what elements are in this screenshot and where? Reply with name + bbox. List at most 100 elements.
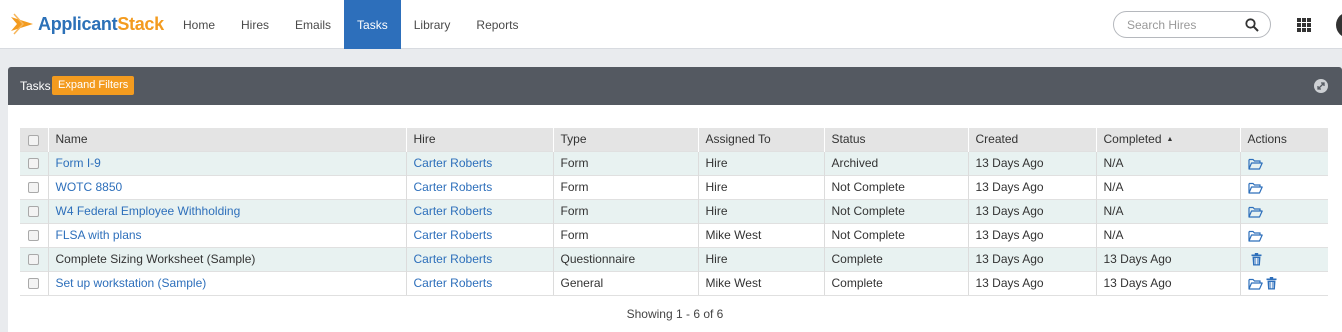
actions-cell (1239, 222, 1328, 247)
completed-cell: 13 Days Ago (1095, 270, 1240, 296)
trash-icon[interactable] (1251, 253, 1262, 266)
hire-cell[interactable]: Carter Roberts (405, 222, 553, 247)
hire-cell[interactable]: Carter Roberts (405, 174, 553, 199)
type-cell: Form (552, 198, 698, 223)
created-cell: 13 Days Ago (967, 246, 1096, 271)
created-cell: 13 Days Ago (967, 150, 1096, 175)
actions-cell (1239, 174, 1328, 199)
task-name-cell[interactable]: FLSA with plans (47, 222, 406, 247)
sort-ascending-icon: ▲ (1166, 136, 1174, 144)
table-row[interactable]: WOTC 8850 Carter Roberts Form Hire Not Compl… (20, 174, 1328, 199)
task-name-cell[interactable]: W4 Federal Employee Withholding (47, 198, 406, 223)
assigned-to-cell: Hire (697, 198, 824, 223)
task-name-cell: Complete Sizing Worksheet (Sample) (47, 246, 406, 271)
search-icon[interactable] (1245, 18, 1259, 32)
hire-link[interactable]: Carter Roberts (414, 228, 493, 242)
assigned-to-cell: Hire (697, 246, 824, 271)
folder-open-icon[interactable] (1247, 230, 1263, 242)
status-cell: Not Complete (823, 222, 968, 247)
hire-link[interactable]: Carter Roberts (414, 204, 493, 218)
task-name-cell[interactable]: WOTC 8850 (47, 174, 406, 199)
created-cell: 13 Days Ago (967, 222, 1096, 247)
row-checkbox[interactable] (28, 230, 39, 242)
completed-cell: N/A (1095, 198, 1240, 223)
actions-cell (1239, 150, 1328, 175)
created-cell: 13 Days Ago (967, 270, 1096, 296)
table-row[interactable]: FLSA with plans Carter Roberts Form Mike We… (20, 222, 1328, 247)
column-header-created[interactable]: Created (967, 128, 1096, 151)
table-row[interactable]: Set up workstation (Sample) Carter Robert… (20, 270, 1328, 296)
row-select-cell (20, 198, 48, 223)
applicantstack-logo[interactable]: ApplicantStack (9, 11, 164, 37)
hire-cell[interactable]: Carter Roberts (405, 150, 553, 175)
type-cell: Questionnaire (552, 246, 698, 271)
row-checkbox[interactable] (28, 158, 39, 170)
task-name-cell[interactable]: Form I-9 (47, 150, 406, 175)
row-checkbox[interactable] (28, 254, 39, 266)
hire-link[interactable]: Carter Roberts (414, 252, 493, 266)
task-name[interactable]: Form I-9 (56, 156, 101, 170)
hire-cell[interactable]: Carter Roberts (405, 198, 553, 223)
nav-item-hires[interactable]: Hires (228, 0, 282, 49)
user-avatar[interactable] (1336, 12, 1342, 38)
brand-name-part1: Applicant (38, 13, 118, 34)
nav-item-home[interactable]: Home (170, 0, 228, 49)
column-header-type[interactable]: Type (552, 128, 698, 151)
row-select-cell (20, 270, 48, 296)
table-row[interactable]: Complete Sizing Worksheet (Sample) Carter… (20, 246, 1328, 271)
task-name-cell[interactable]: Set up workstation (Sample) (47, 270, 406, 296)
created-cell: 13 Days Ago (967, 174, 1096, 199)
column-header-assigned-to[interactable]: Assigned To (697, 128, 824, 151)
folder-open-icon[interactable] (1247, 182, 1263, 194)
type-cell: Form (552, 174, 698, 199)
completed-cell: N/A (1095, 150, 1240, 175)
column-header-name[interactable]: Name (47, 128, 406, 151)
folder-open-icon[interactable] (1247, 206, 1263, 218)
type-cell: General (552, 270, 698, 296)
assigned-to-cell: Mike West (697, 222, 824, 247)
created-cell: 13 Days Ago (967, 198, 1096, 223)
column-header-hire[interactable]: Hire (405, 128, 553, 151)
top-navigation-bar: ApplicantStack Home Hires Emails Tasks Libra… (0, 0, 1342, 49)
row-checkbox[interactable] (28, 278, 39, 290)
expand-filters-button[interactable]: Expand Filters (52, 76, 135, 95)
folder-open-icon[interactable] (1247, 278, 1263, 290)
actions-cell (1239, 198, 1328, 223)
search-input[interactable] (1127, 17, 1242, 33)
status-cell: Archived (823, 150, 968, 175)
task-name: Complete Sizing Worksheet (Sample) (55, 252, 256, 266)
hire-cell[interactable]: Carter Roberts (405, 270, 553, 296)
hire-link[interactable]: Carter Roberts (414, 180, 493, 194)
hire-cell[interactable]: Carter Roberts (405, 246, 553, 271)
select-all-checkbox[interactable] (28, 134, 39, 146)
assigned-to-cell: Mike West (697, 270, 824, 296)
status-cell: Not Complete (823, 174, 968, 199)
table-row[interactable]: W4 Federal Employee Withholding Carter Ro… (20, 198, 1328, 223)
tasks-table: Name Hire Type Assigned To Status Create… (20, 128, 1328, 296)
nav-item-library[interactable]: Library (401, 0, 464, 49)
apps-grid-icon[interactable] (1297, 18, 1311, 32)
assigned-to-cell: Hire (697, 174, 824, 199)
row-select-cell (20, 174, 48, 199)
task-name[interactable]: Set up workstation (Sample) (56, 276, 207, 290)
task-name[interactable]: W4 Federal Employee Withholding (56, 204, 241, 218)
nav-item-tasks[interactable]: Tasks (344, 0, 401, 49)
status-cell: Not Complete (823, 198, 968, 223)
actions-cell (1239, 246, 1328, 271)
fullscreen-expand-icon[interactable] (1314, 79, 1328, 93)
task-name[interactable]: FLSA with plans (56, 228, 142, 242)
row-checkbox[interactable] (28, 182, 39, 194)
hire-link[interactable]: Carter Roberts (414, 276, 493, 290)
folder-open-icon[interactable] (1247, 158, 1263, 170)
tasks-panel-header: Tasks Expand Filters (8, 67, 1342, 105)
completed-cell: N/A (1095, 222, 1240, 247)
column-header-completed[interactable]: Completed ▲ (1095, 128, 1240, 151)
hire-link[interactable]: Carter Roberts (414, 156, 493, 170)
nav-item-reports[interactable]: Reports (463, 0, 531, 49)
nav-item-emails[interactable]: Emails (282, 0, 344, 49)
column-header-status[interactable]: Status (823, 128, 968, 151)
trash-icon[interactable] (1266, 277, 1277, 290)
table-row[interactable]: Form I-9 Carter Roberts Form Hire Archived 13… (20, 150, 1328, 175)
task-name[interactable]: WOTC 8850 (56, 180, 123, 194)
row-checkbox[interactable] (28, 206, 39, 218)
